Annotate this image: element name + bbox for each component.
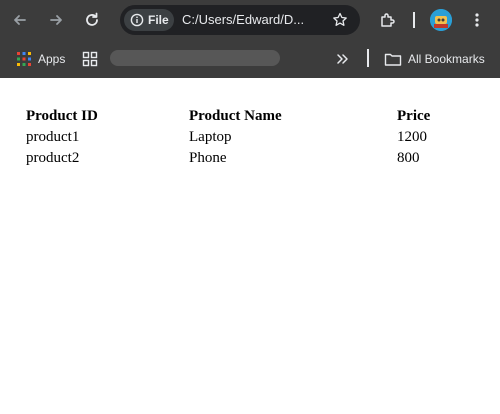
avatar-icon [430, 9, 452, 31]
cell-product-id: product1 [26, 129, 80, 145]
arrow-right-icon [50, 15, 62, 25]
header-price: Price [397, 108, 431, 124]
all-bookmarks-button[interactable]: All Bookmarks [384, 48, 485, 70]
arrow-left-icon [14, 15, 26, 25]
forward-button[interactable] [42, 6, 70, 34]
url-text[interactable]: C:/Users/Edward/D... [182, 12, 322, 28]
more-vert-icon [475, 13, 479, 27]
apps-label: Apps [38, 52, 66, 66]
cell-product-name: Phone [189, 150, 227, 166]
tab-groups-icon [82, 51, 98, 67]
cell-product-name: Laptop [189, 129, 232, 145]
cell-product-id: product2 [26, 150, 80, 166]
bookmark-star-icon[interactable] [332, 12, 348, 28]
site-chip-label: File [148, 13, 169, 27]
bookmarks-divider [367, 49, 369, 67]
browser-menu-button[interactable] [463, 6, 491, 34]
products-table: Product ID Product Name Price product1 L… [24, 105, 449, 170]
address-bar[interactable]: File C:/Users/Edward/D... [120, 5, 360, 35]
header-product-name: Product Name [189, 108, 282, 124]
double-chevron-right-icon [337, 54, 348, 64]
profile-avatar[interactable] [430, 9, 452, 31]
puzzle-icon [381, 13, 395, 27]
cell-price: 800 [397, 150, 420, 166]
info-icon [130, 13, 144, 27]
cell-price: 1200 [397, 129, 427, 145]
reload-icon [86, 12, 98, 26]
tab-groups-shortcut[interactable] [82, 48, 98, 70]
table-row: product2 Phone 800 [26, 149, 447, 168]
browser-chrome: File C:/Users/Edward/D... Apps All Bookm… [0, 0, 500, 78]
table-header-row: Product ID Product Name Price [26, 107, 447, 126]
reload-button[interactable] [78, 6, 106, 34]
all-bookmarks-label: All Bookmarks [408, 52, 485, 66]
page-content: Product ID Product Name Price product1 L… [0, 78, 500, 414]
browser-toolbar: File C:/Users/Edward/D... [0, 0, 500, 40]
apps-shortcut[interactable]: Apps [16, 48, 65, 70]
redacted-bookmark [110, 50, 280, 66]
extensions-button[interactable] [374, 6, 402, 34]
table-row: product1 Laptop 1200 [26, 128, 447, 147]
apps-grid-icon [17, 52, 31, 66]
folder-icon [384, 53, 402, 66]
more-bookmarks-button[interactable] [336, 48, 350, 70]
site-info-chip[interactable]: File [124, 9, 174, 31]
header-product-id: Product ID [26, 108, 98, 124]
back-button[interactable] [6, 6, 34, 34]
toolbar-divider [413, 12, 415, 28]
